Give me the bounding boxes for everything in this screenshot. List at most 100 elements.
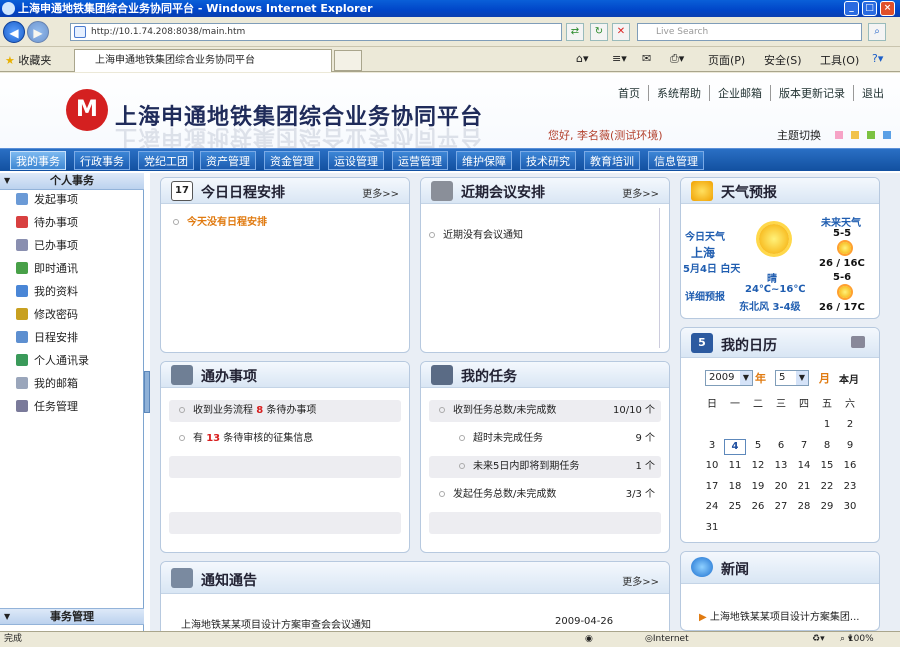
calendar-day[interactable]: 1	[816, 418, 838, 432]
stop-button[interactable]: ✕	[612, 23, 630, 41]
calendar-day[interactable]: 24	[701, 500, 723, 514]
task-row[interactable]: 超时未完成任务 9 个	[429, 428, 661, 450]
url-input[interactable]: http://10.1.74.208:8038/main.htm	[70, 23, 562, 41]
calendar-day[interactable]: 15	[816, 459, 838, 473]
favorites-button[interactable]: ★ 收藏夹	[5, 52, 51, 68]
menu-safety[interactable]: 安全(S)	[764, 52, 802, 68]
new-tab-button[interactable]	[334, 50, 362, 71]
calendar-day[interactable]: 3	[701, 439, 723, 453]
calendar-day[interactable]: 20	[770, 480, 792, 494]
link-logout[interactable]: 退出	[853, 85, 892, 101]
sidebar-item-profile[interactable]: 我的资料	[16, 284, 78, 300]
privacy-icon[interactable]: ◉	[585, 632, 593, 647]
calendar-day[interactable]: 28	[793, 500, 815, 514]
maximize-button[interactable]: □	[862, 1, 877, 16]
calendar-day[interactable]: 14	[793, 459, 815, 473]
refresh-button[interactable]: ↻	[590, 23, 608, 41]
nav-my-affairs[interactable]: 我的事务	[10, 151, 66, 170]
task-row[interactable]: 收到任务总数/未完成数 10/10 个	[429, 400, 661, 422]
compat-view-button[interactable]: ⇄	[566, 23, 584, 41]
sidebar-item-schedule[interactable]: 日程安排	[16, 330, 78, 346]
sidebar-section-title[interactable]: ▼ 个人事务	[0, 173, 144, 190]
todo-row[interactable]: 收到业务流程 8 条待办事项	[169, 400, 401, 422]
year-select[interactable]: 2009 ▼	[705, 370, 753, 386]
calendar-day[interactable]: 11	[724, 459, 746, 473]
sidebar-item-password[interactable]: 修改密码	[16, 307, 78, 323]
link-home[interactable]: 首页	[610, 85, 648, 101]
news-item[interactable]: ▶ 上海地铁某某项目设计方案集团...	[699, 608, 859, 623]
calendar-day[interactable]: 6	[770, 439, 792, 453]
this-month-button[interactable]: 本月	[839, 371, 859, 386]
month-select[interactable]: 5 ▼	[775, 370, 809, 386]
calendar-day[interactable]: 7	[793, 439, 815, 453]
calendar-day[interactable]: 25	[724, 500, 746, 514]
more-link[interactable]: 更多>>	[622, 573, 659, 588]
sidebar-item-im[interactable]: 即时通讯	[16, 261, 78, 277]
more-link[interactable]: 更多>>	[622, 185, 659, 200]
calendar-day[interactable]: 29	[816, 500, 838, 514]
link-mail[interactable]: 企业邮箱	[709, 85, 770, 101]
nav-assets[interactable]: 资产管理	[200, 151, 256, 170]
todo-row[interactable]: 有 13 条待审核的征集信息	[169, 428, 401, 450]
search-icon[interactable]: ⌕	[868, 23, 886, 41]
edit-icon[interactable]	[851, 336, 865, 348]
sidebar-item-done[interactable]: 已办事项	[16, 238, 78, 254]
weather-date[interactable]: 5月4日 白天	[683, 260, 740, 275]
menu-page[interactable]: 页面(P)	[708, 52, 745, 68]
protected-mode-icon[interactable]: ♻▾	[812, 632, 825, 647]
nav-admin[interactable]: 行政事务	[74, 151, 130, 170]
help-icon[interactable]: ?▾	[872, 52, 883, 65]
browser-tab-active[interactable]: 上海申通地铁集团综合业务协同平台	[74, 49, 332, 72]
nav-party[interactable]: 党纪工团	[138, 151, 194, 170]
home-icon[interactable]: ⌂▾	[576, 52, 589, 65]
nav-maintenance[interactable]: 维护保障	[456, 151, 512, 170]
task-row[interactable]: 发起任务总数/未完成数 3/3 个	[429, 484, 661, 506]
calendar-day[interactable]: 31	[701, 521, 723, 535]
calendar-day[interactable]: 22	[816, 480, 838, 494]
sidebar-item-tasks[interactable]: 任务管理	[16, 399, 78, 415]
calendar-day[interactable]: 18	[724, 480, 746, 494]
theme-swatch-orange[interactable]	[851, 131, 859, 139]
nav-info[interactable]: 信息管理	[648, 151, 704, 170]
calendar-day[interactable]: 2	[839, 418, 861, 432]
calendar-day[interactable]: 21	[793, 480, 815, 494]
nav-research[interactable]: 技术研究	[520, 151, 576, 170]
search-input[interactable]: Live Search	[637, 23, 862, 41]
nav-training[interactable]: 教育培训	[584, 151, 640, 170]
back-button[interactable]: ◀	[3, 21, 25, 43]
link-help[interactable]: 系统帮助	[648, 85, 709, 101]
calendar-day[interactable]: 30	[839, 500, 861, 514]
meeting-scrollbar[interactable]	[659, 208, 667, 348]
minimize-button[interactable]: _	[844, 1, 859, 16]
sidebar-item-mailbox[interactable]: 我的邮箱	[16, 376, 78, 392]
close-window-button[interactable]: ×	[880, 1, 895, 16]
sidebar-item-contacts[interactable]: 个人通讯录	[16, 353, 89, 369]
notice-item[interactable]: 上海地铁某某项目设计方案审查会会议通知	[181, 616, 371, 631]
mail-icon[interactable]: ✉	[642, 52, 651, 65]
nav-funds[interactable]: 资金管理	[264, 151, 320, 170]
calendar-day[interactable]: 26	[747, 500, 769, 514]
calendar-day[interactable]: 9	[839, 439, 861, 453]
more-link[interactable]: 更多>>	[362, 185, 399, 200]
nav-construction[interactable]: 运设管理	[328, 151, 384, 170]
link-changelog[interactable]: 版本更新记录	[770, 85, 853, 101]
calendar-day[interactable]: 27	[770, 500, 792, 514]
theme-swatch-blue[interactable]	[883, 131, 891, 139]
calendar-day[interactable]: 8	[816, 439, 838, 453]
forward-button[interactable]: ▶	[27, 21, 49, 43]
task-row[interactable]: 未来5日内即将到期任务 1 个	[429, 456, 661, 478]
calendar-day[interactable]: 13	[770, 459, 792, 473]
calendar-day[interactable]: 12	[747, 459, 769, 473]
print-icon[interactable]: ⎙▾	[670, 52, 684, 66]
menu-tools[interactable]: 工具(O)	[820, 52, 859, 68]
calendar-day[interactable]: 10	[701, 459, 723, 473]
sidebar-item-todo[interactable]: 待办事项	[16, 215, 78, 231]
calendar-day[interactable]: 5	[747, 439, 769, 453]
theme-swatch-pink[interactable]	[835, 131, 843, 139]
nav-operations[interactable]: 运营管理	[392, 151, 448, 170]
sidebar-item-start[interactable]: 发起事项	[16, 192, 78, 208]
calendar-day-today[interactable]: 4	[724, 438, 746, 455]
calendar-day[interactable]: 16	[839, 459, 861, 473]
theme-swatch-green[interactable]	[867, 131, 875, 139]
calendar-day[interactable]: 19	[747, 480, 769, 494]
